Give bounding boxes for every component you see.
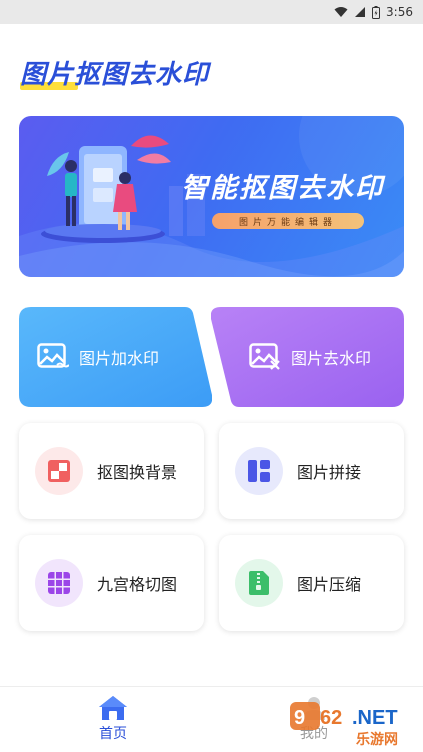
banner-headline: 智能抠图去水印 [181,173,384,204]
cutout-icon [35,447,83,495]
nav-home-tab[interactable]: 首页 [89,695,137,743]
tool-collage-label: 图片拼接 [297,463,362,482]
zip-icon [235,559,283,607]
tool-cutout-button[interactable]: 抠图换背景 [19,423,204,519]
remove-watermark-button[interactable]: 图片去水印 [211,307,404,407]
home-icon [99,696,127,720]
tool-cutout-label: 抠图换背景 [97,463,178,482]
svg-text:.NET: .NET [352,707,398,729]
tool-compress-label: 图片压缩 [297,575,362,594]
svg-text:乐游网: 乐游网 [356,731,398,748]
tool-grid-label: 九宫格切图 [97,575,178,594]
banner-subtitle: 图片万能编辑器 [212,213,364,229]
svg-text:9: 9 [294,707,305,729]
page-title: 图片抠图去水印 [20,60,210,90]
status-bar: 3:56 [0,0,423,24]
tool-compress-button[interactable]: 图片压缩 [219,535,404,631]
grid-icon [35,559,83,607]
nav-home-label: 首页 [99,726,127,742]
status-time: 3:56 [386,5,413,19]
add-watermark-button[interactable]: 图片加水印 [19,307,212,407]
tool-grid-button[interactable]: 九宫格切图 [19,535,204,631]
promo-banner[interactable]: 智能抠图去水印 图片万能编辑器 [19,116,404,277]
collage-icon [235,447,283,495]
svg-text:62: 62 [320,707,342,729]
image-remove-icon [249,343,280,370]
tool-collage-button[interactable]: 图片拼接 [219,423,404,519]
wifi-icon [334,7,348,17]
remove-watermark-label: 图片去水印 [291,349,372,368]
battery-icon [372,5,381,19]
image-add-icon [37,343,69,368]
add-watermark-label: 图片加水印 [79,349,160,368]
signal-icon [355,7,366,17]
site-watermark-logo: 9 62 .NET 乐游网 [290,702,398,748]
